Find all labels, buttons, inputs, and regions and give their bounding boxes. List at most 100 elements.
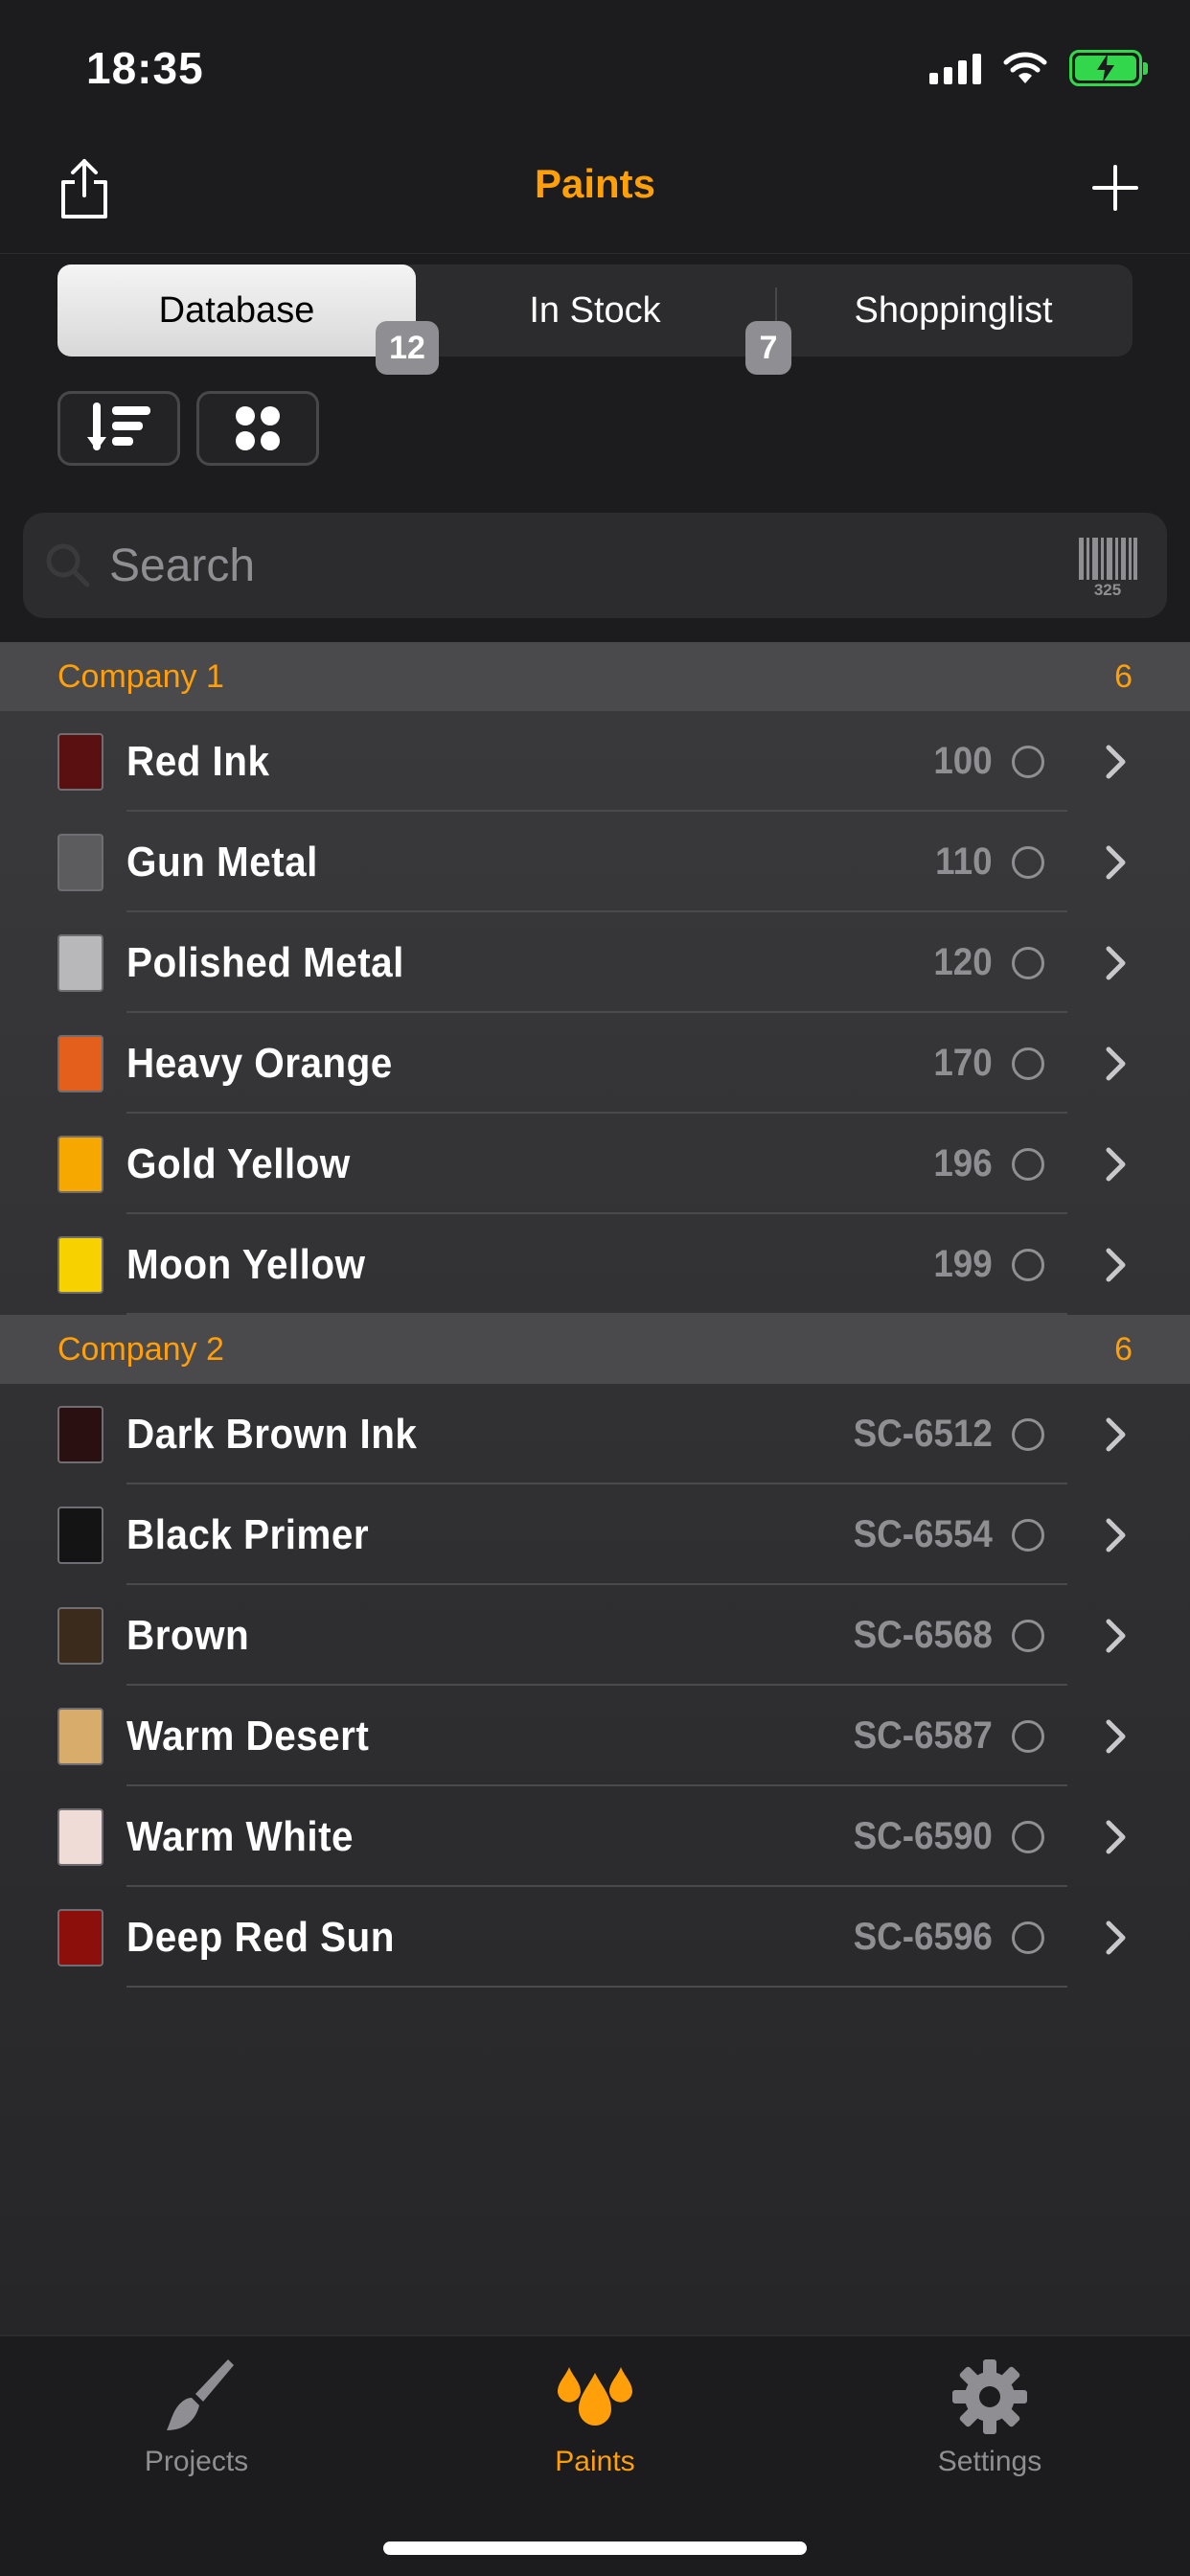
paint-code: SC-6554 — [853, 1513, 993, 1555]
section-count: 6 — [1114, 1330, 1133, 1368]
tab-paints-label: Paints — [555, 2446, 635, 2477]
stock-toggle-circle-icon[interactable] — [1012, 1417, 1044, 1451]
barcode-scan-icon[interactable]: 325 — [1077, 536, 1138, 597]
paint-row[interactable]: Dark Brown Ink SC-6512 — [0, 1384, 1190, 1484]
paint-code: 199 — [933, 1243, 993, 1285]
stock-toggle-circle-icon[interactable] — [1012, 1820, 1044, 1853]
stock-toggle-circle-icon[interactable] — [1012, 745, 1044, 778]
paint-swatch — [57, 1135, 103, 1193]
paint-swatch — [57, 1707, 103, 1765]
section-count: 6 — [1114, 657, 1133, 695]
brush-icon — [167, 2359, 234, 2430]
segment-database-label: Database — [158, 289, 315, 331]
paint-row[interactable]: Moon Yellow 199 — [0, 1214, 1190, 1315]
paint-swatch — [57, 933, 103, 992]
segmented-control: Database In Stock Shoppinglist — [57, 264, 1133, 356]
paint-row[interactable]: Warm Desert SC-6587 — [0, 1686, 1190, 1786]
tab-bar: Projects Paints Settings — [0, 2334, 1190, 2576]
stock-toggle-circle-icon[interactable] — [1012, 1147, 1044, 1181]
search-input[interactable]: Search 325 — [23, 513, 1167, 618]
grid-icon — [236, 406, 280, 450]
stock-toggle-circle-icon[interactable] — [1012, 1619, 1044, 1652]
paint-swatch — [57, 732, 103, 791]
tab-paints[interactable]: Paints — [475, 2354, 715, 2478]
paint-code: 196 — [933, 1142, 993, 1184]
barcode-number: 325 — [1094, 581, 1121, 597]
segment-shoppinglist[interactable]: Shoppinglist — [774, 264, 1133, 356]
stock-toggle-circle-icon[interactable] — [1012, 1920, 1044, 1954]
status-time: 18:35 — [86, 43, 204, 93]
chevron-right-icon — [1106, 1518, 1126, 1552]
paint-code: SC-6568 — [853, 1614, 993, 1656]
paint-code: 100 — [933, 740, 993, 782]
database-count-badge: 12 — [376, 321, 439, 375]
paint-name: Black Primer — [126, 1510, 370, 1558]
chevron-right-icon — [1106, 745, 1126, 778]
paint-row[interactable]: Gold Yellow 196 — [0, 1114, 1190, 1214]
stock-toggle-circle-icon[interactable] — [1012, 1518, 1044, 1552]
sort-button[interactable] — [57, 391, 180, 466]
paint-drops-icon — [558, 2367, 632, 2426]
paint-code: SC-6590 — [853, 1815, 993, 1857]
paint-name: Gun Metal — [126, 838, 318, 886]
paint-row[interactable]: Black Primer SC-6554 — [0, 1484, 1190, 1585]
search-placeholder: Search — [109, 540, 256, 591]
status-icons — [929, 50, 1148, 86]
stock-toggle-circle-icon[interactable] — [1012, 1719, 1044, 1753]
stock-toggle-circle-icon[interactable] — [1012, 1046, 1044, 1080]
chevron-right-icon — [1106, 946, 1126, 979]
section-title: Company 2 — [57, 1330, 224, 1368]
paint-swatch — [57, 1606, 103, 1665]
stock-toggle-circle-icon[interactable] — [1012, 845, 1044, 879]
tab-settings-label: Settings — [937, 2446, 1042, 2477]
paint-code: SC-6596 — [853, 1916, 993, 1958]
stock-toggle-circle-icon[interactable] — [1012, 946, 1044, 979]
sort-icon — [87, 402, 150, 450]
paint-row[interactable]: Heavy Orange 170 — [0, 1013, 1190, 1114]
section-header: Company 1 6 — [0, 642, 1190, 711]
paint-name: Warm White — [126, 1812, 354, 1860]
paint-swatch — [57, 833, 103, 891]
status-bar: 18:35 — [0, 0, 1190, 134]
tab-projects-label: Projects — [144, 2446, 249, 2477]
paint-row[interactable]: Deep Red Sun SC-6596 — [0, 1887, 1190, 1988]
chevron-right-icon — [1106, 1920, 1126, 1954]
chevron-right-icon — [1106, 1619, 1126, 1652]
paint-swatch — [57, 1034, 103, 1092]
page-title: Paints — [534, 161, 656, 206]
segment-in-stock-label: In Stock — [529, 289, 661, 331]
cellular-signal-icon — [929, 52, 981, 84]
paint-row[interactable]: Warm White SC-6590 — [0, 1786, 1190, 1887]
paint-swatch — [57, 1506, 103, 1564]
stock-toggle-circle-icon[interactable] — [1012, 1248, 1044, 1281]
paint-name: Warm Desert — [126, 1712, 370, 1760]
grid-view-button[interactable] — [196, 391, 319, 466]
paint-name: Heavy Orange — [126, 1039, 393, 1087]
paint-swatch — [57, 1807, 103, 1866]
chevron-right-icon — [1106, 1046, 1126, 1080]
paint-name: Red Ink — [126, 737, 270, 785]
paint-row[interactable]: Brown SC-6568 — [0, 1585, 1190, 1686]
paint-code: SC-6587 — [853, 1714, 993, 1757]
in-stock-count-badge: 7 — [745, 321, 791, 375]
chevron-right-icon — [1106, 1417, 1126, 1451]
segment-in-stock[interactable]: In Stock — [416, 264, 774, 356]
tab-settings[interactable]: Settings — [870, 2354, 1110, 2478]
segment-shoppinglist-label: Shoppinglist — [854, 289, 1053, 331]
paint-row[interactable]: Polished Metal 120 — [0, 912, 1190, 1013]
tab-projects[interactable]: Projects — [77, 2354, 316, 2478]
paint-row[interactable]: Red Ink 100 — [0, 711, 1190, 812]
segment-database[interactable]: Database — [57, 264, 416, 356]
row-separator — [126, 1986, 1067, 1988]
paint-code: SC-6512 — [853, 1413, 993, 1455]
add-icon[interactable] — [1090, 163, 1140, 213]
paint-code: 170 — [933, 1042, 993, 1084]
section-header: Company 2 6 — [0, 1315, 1190, 1384]
section-title: Company 1 — [57, 657, 224, 695]
paint-swatch — [57, 1405, 103, 1463]
paint-code: 120 — [933, 941, 993, 983]
search-icon — [46, 543, 90, 587]
paint-swatch — [57, 1235, 103, 1294]
paint-row[interactable]: Gun Metal 110 — [0, 812, 1190, 912]
chevron-right-icon — [1106, 1719, 1126, 1753]
